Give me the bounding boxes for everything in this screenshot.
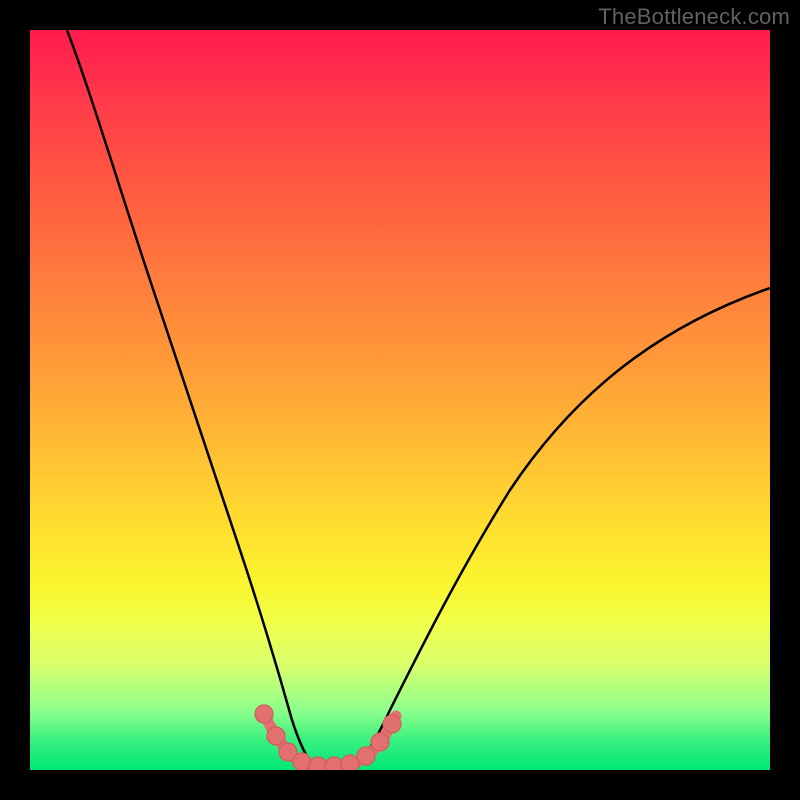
- marker-dot: [341, 755, 359, 770]
- marker-dot: [371, 733, 389, 751]
- marker-dot: [267, 727, 285, 745]
- watermark-text: TheBottleneck.com: [598, 4, 790, 30]
- curve-right: [356, 288, 770, 766]
- chart-svg: [30, 30, 770, 770]
- bottom-markers-group: [255, 705, 401, 770]
- marker-dot: [357, 747, 375, 765]
- marker-dot: [325, 757, 343, 770]
- marker-dot: [383, 715, 401, 733]
- marker-dot: [309, 757, 327, 770]
- marker-dot: [293, 753, 311, 770]
- chart-stage: TheBottleneck.com: [0, 0, 800, 800]
- curve-left: [67, 30, 314, 766]
- plot-area: [30, 30, 770, 770]
- marker-dot: [255, 705, 273, 723]
